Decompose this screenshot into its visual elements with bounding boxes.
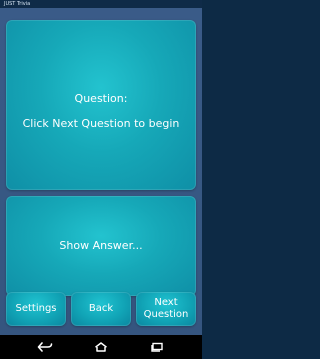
back-button-label: Back [88,303,114,314]
settings-button-label: Settings [15,303,57,314]
status-bar: JUST Trivia [0,0,202,8]
next-question-button[interactable]: Next Question [136,292,196,326]
back-arrow-icon[interactable] [33,341,57,353]
app-screen: JUST Trivia Question: Click Next Questio… [0,0,202,359]
show-answer-label: Show Answer... [59,239,143,252]
status-bar-title: JUST Trivia [4,1,31,7]
question-text: Click Next Question to begin [22,117,180,130]
back-button[interactable]: Back [71,292,131,326]
recent-apps-icon[interactable] [145,341,169,353]
next-question-button-label: Next Question [143,297,189,320]
question-panel: Question: Click Next Question to begin [6,20,196,190]
settings-button[interactable]: Settings [6,292,66,326]
navigation-bar [0,335,202,359]
question-title: Question: [74,92,128,105]
main-content: Question: Click Next Question to begin S… [0,8,202,335]
home-icon[interactable] [89,341,113,353]
show-answer-panel[interactable]: Show Answer... [6,196,196,296]
